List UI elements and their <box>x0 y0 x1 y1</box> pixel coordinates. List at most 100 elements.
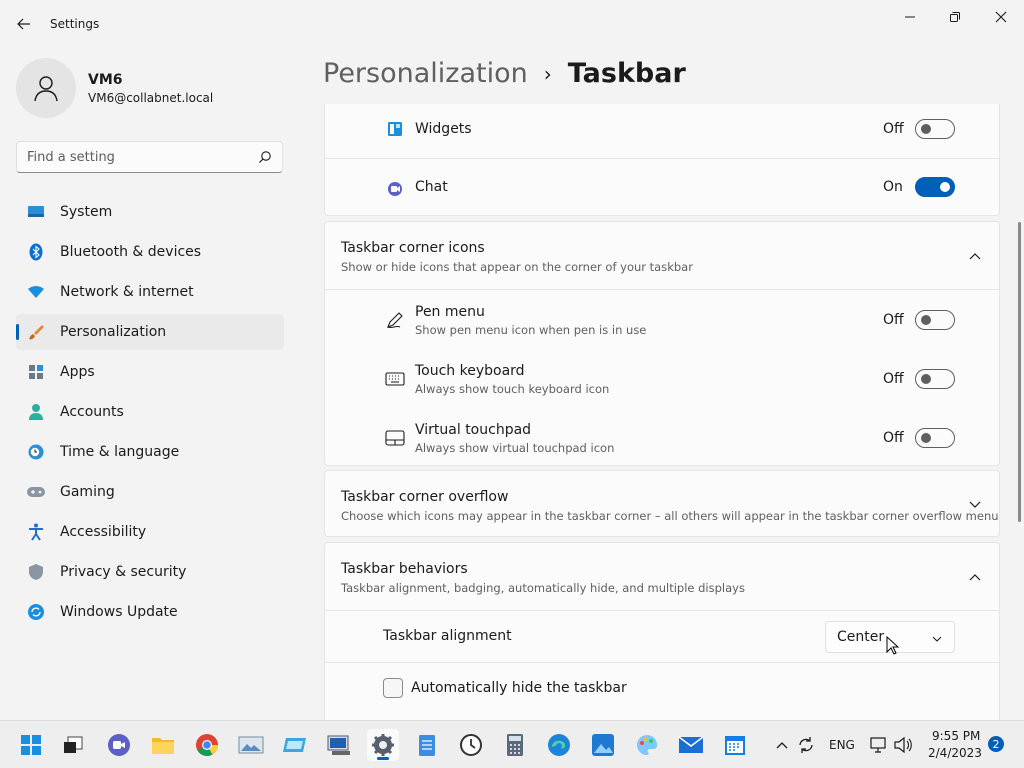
widgets-toggle[interactable] <box>915 119 955 139</box>
sidebar-item-accounts[interactable]: Accounts <box>16 394 284 430</box>
start-icon[interactable] <box>15 729 47 761</box>
corner-icons-header[interactable]: Taskbar corner icons Show or hide icons … <box>325 222 999 289</box>
close-button[interactable] <box>978 4 1024 30</box>
corner-overflow-title: Taskbar corner overflow <box>341 489 509 505</box>
virtual-touchpad-toggle[interactable] <box>915 428 955 448</box>
sidebar-item-personalization[interactable]: Personalization <box>16 314 284 350</box>
remote-desktop-icon[interactable] <box>279 729 311 761</box>
chevron-up-icon[interactable] <box>967 248 983 264</box>
sidebar-item-time-language[interactable]: Time & language <box>16 434 284 470</box>
scrollbar[interactable] <box>1018 222 1021 522</box>
photos-icon[interactable] <box>587 729 619 761</box>
virtual-touchpad-state: Off <box>883 430 904 446</box>
clock-time[interactable]: 9:55 PM <box>932 729 980 743</box>
touch-keyboard-toggle[interactable] <box>915 369 955 389</box>
chat-toggle[interactable] <box>915 177 955 197</box>
sync-icon[interactable] <box>795 729 817 761</box>
settings-gear-icon[interactable] <box>367 729 399 761</box>
search-icon[interactable] <box>258 150 272 168</box>
breadcrumb-parent[interactable]: Personalization <box>323 58 528 89</box>
calendar-icon[interactable] <box>719 729 751 761</box>
clock-date[interactable]: 2/4/2023 <box>928 746 982 760</box>
sidebar-item-privacy[interactable]: Privacy & security <box>16 554 284 590</box>
back-button[interactable] <box>10 12 38 36</box>
corner-icons-card: Taskbar corner icons Show or hide icons … <box>324 221 1000 466</box>
autohide-checkbox[interactable] <box>383 678 403 698</box>
chevron-up-icon[interactable] <box>967 569 983 585</box>
sidebar-item-apps[interactable]: Apps <box>16 354 284 390</box>
breadcrumb: Personalization › Taskbar <box>323 58 686 89</box>
chat-teams-icon[interactable] <box>103 729 135 761</box>
task-view-icon[interactable] <box>57 729 89 761</box>
sidebar-item-network[interactable]: Network & internet <box>16 274 284 310</box>
virtual-touchpad-row: Virtual touchpad Always show virtual tou… <box>325 408 999 467</box>
active-indicator <box>377 757 389 760</box>
clock-app-icon[interactable] <box>455 729 487 761</box>
notepad-icon[interactable] <box>411 729 443 761</box>
breadcrumb-separator: › <box>543 61 552 86</box>
chevron-up-icon[interactable] <box>771 729 793 761</box>
pen-icon <box>385 310 405 330</box>
sidebar-item-system[interactable]: System <box>16 194 284 230</box>
keyboard-icon <box>385 369 405 389</box>
pen-menu-state: Off <box>883 312 904 328</box>
virtual-touchpad-label: Virtual touchpad <box>415 422 532 438</box>
profile-email: VM6@collabnet.local <box>88 91 214 105</box>
accounts-icon <box>26 402 46 422</box>
chat-label: Chat <box>415 179 448 195</box>
chat-icon <box>385 179 405 199</box>
chat-state: On <box>883 179 903 195</box>
corner-icons-title: Taskbar corner icons <box>341 240 485 256</box>
language-indicator[interactable]: ENG <box>829 738 855 752</box>
autohide-label[interactable]: Automatically hide the taskbar <box>411 680 627 696</box>
widgets-state: Off <box>883 121 904 137</box>
volume-icon[interactable] <box>891 729 915 761</box>
sidebar-item-label: Bluetooth & devices <box>60 244 202 260</box>
user-icon <box>34 76 58 102</box>
pen-menu-row: Pen menu Show pen menu icon when pen is … <box>325 290 999 349</box>
page-title: Taskbar <box>567 58 686 89</box>
sidebar-item-label: Accounts <box>60 404 124 420</box>
sidebar-item-label: Windows Update <box>60 604 178 620</box>
sidebar-item-label: Time & language <box>60 444 180 460</box>
pen-menu-toggle[interactable] <box>915 310 955 330</box>
sidebar-item-label: Gaming <box>60 484 115 500</box>
corner-overflow-card[interactable]: Taskbar corner overflow Choose which ico… <box>324 470 1000 537</box>
network-icon[interactable] <box>866 729 890 761</box>
touchpad-icon <box>385 428 405 448</box>
avatar[interactable] <box>16 58 76 118</box>
network-tool-icon[interactable] <box>323 729 355 761</box>
title-bar: Settings <box>0 0 1024 48</box>
edge-browser-icon[interactable] <box>543 729 575 761</box>
sidebar-item-label: System <box>60 204 113 220</box>
behaviors-subtitle: Taskbar alignment, badging, automaticall… <box>341 581 745 595</box>
maximize-button[interactable] <box>932 4 978 30</box>
corner-icons-subtitle: Show or hide icons that appear on the co… <box>341 260 693 274</box>
chrome-icon[interactable] <box>191 729 223 761</box>
update-icon <box>26 602 46 622</box>
paint-icon[interactable] <box>631 729 663 761</box>
behaviors-header[interactable]: Taskbar behaviors Taskbar alignment, bad… <box>325 543 999 610</box>
chevron-down-icon[interactable] <box>967 497 983 513</box>
sidebar-item-windows-update[interactable]: Windows Update <box>16 594 284 630</box>
sidebar-item-accessibility[interactable]: Accessibility <box>16 514 284 550</box>
sidebar-item-gaming[interactable]: Gaming <box>16 474 284 510</box>
file-explorer-icon[interactable] <box>147 729 179 761</box>
photo-viewer-icon[interactable] <box>235 729 267 761</box>
touch-keyboard-row: Touch keyboard Always show touch keyboar… <box>325 349 999 408</box>
sidebar-item-bluetooth[interactable]: Bluetooth & devices <box>16 234 284 270</box>
alignment-value: Center <box>837 629 885 645</box>
calculator-icon[interactable] <box>499 729 531 761</box>
search-input[interactable]: Find a setting <box>16 141 283 173</box>
shield-icon <box>26 562 46 582</box>
settings-content: Widgets Off Chat On Taskbar corner icons… <box>324 104 1000 720</box>
minimize-button[interactable] <box>887 4 933 30</box>
chevron-down-icon <box>932 631 942 647</box>
touch-keyboard-state: Off <box>883 371 904 387</box>
touch-keyboard-sub: Always show touch keyboard icon <box>415 382 610 396</box>
touch-keyboard-label: Touch keyboard <box>415 363 525 379</box>
mail-icon[interactable] <box>675 729 707 761</box>
notification-badge[interactable]: 2 <box>988 736 1004 752</box>
corner-overflow-subtitle: Choose which icons may appear in the tas… <box>341 509 999 523</box>
bluetooth-icon <box>26 242 46 262</box>
